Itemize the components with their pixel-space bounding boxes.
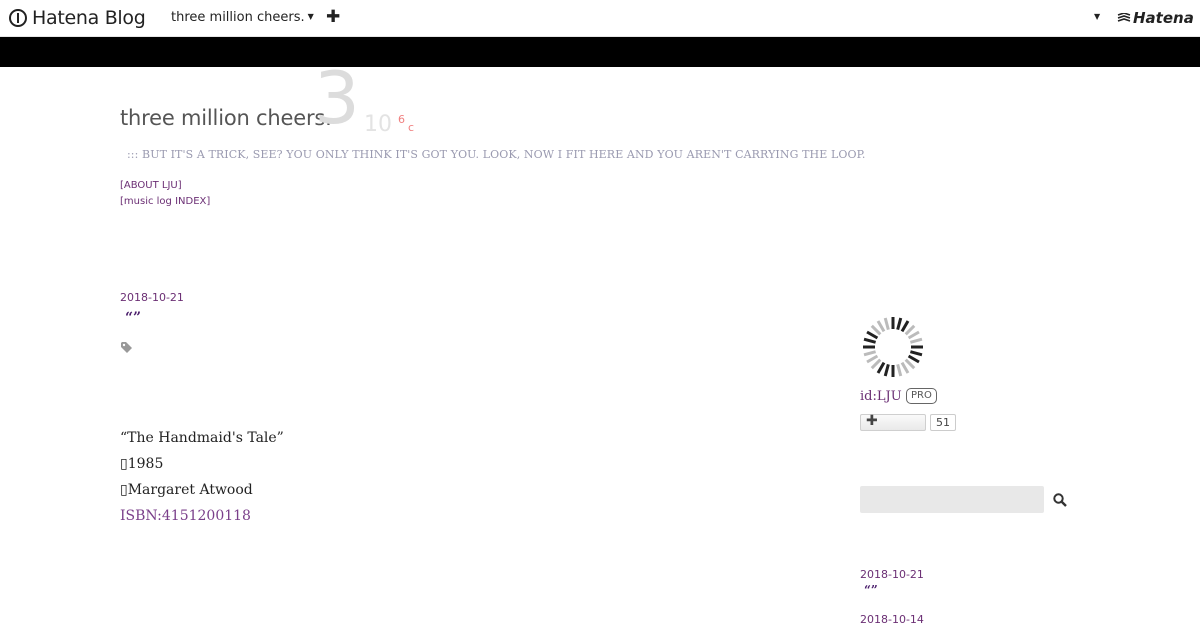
caret-down-icon[interactable]: ▼ xyxy=(1094,12,1100,21)
plus-icon[interactable]: ✚ xyxy=(326,7,340,27)
spinner-segment xyxy=(907,330,920,340)
follow-button[interactable]: ✚ xyxy=(860,413,926,431)
recent-entry-date[interactable]: 2018-10-21 xyxy=(860,568,924,581)
music-index-link[interactable]: [music log INDEX] xyxy=(120,196,210,207)
hatena-global-header: Hatena Blog three million cheers. ▼ ✚ ▼ H… xyxy=(0,0,1200,37)
blog-switcher[interactable]: three million cheers. ▼ xyxy=(171,10,314,25)
title-decoration-exponent: 6 xyxy=(398,113,405,126)
spinner-segment xyxy=(904,324,916,336)
entry-year-row: ▯1985 xyxy=(120,456,164,472)
profile-avatar-spinner xyxy=(863,317,923,377)
pro-badge: PRO xyxy=(906,388,937,404)
recent-entry-date[interactable]: 2018-10-14 xyxy=(860,613,924,626)
entry-date[interactable]: 2018-10-21 xyxy=(120,291,184,304)
entry-author-row: ▯Margaret Atwood xyxy=(120,482,253,498)
spinner-segment xyxy=(909,337,923,344)
spinner-segment xyxy=(896,317,903,331)
spinner-segment xyxy=(907,354,920,364)
brand-name: Hatena Blog xyxy=(32,7,146,29)
hatena-blog-logo[interactable]: Hatena Blog xyxy=(9,6,146,30)
caret-down-icon: ▼ xyxy=(307,12,314,21)
spinner-segment xyxy=(896,363,903,377)
title-decoration-c: c xyxy=(408,121,415,134)
follower-count[interactable]: 51 xyxy=(930,414,956,431)
entry-book-title: “The Handmaid's Tale” xyxy=(120,430,284,446)
blog-switcher-label: three million cheers. xyxy=(171,10,305,25)
spinner-segment xyxy=(870,324,882,336)
spinner-segment xyxy=(870,358,882,370)
tag-icon[interactable] xyxy=(121,342,133,353)
hatena-wave-icon xyxy=(1117,13,1131,22)
entry-year: 1985 xyxy=(127,456,164,472)
title-decoration-three: 3 xyxy=(314,56,360,140)
spinner-segment xyxy=(904,358,916,370)
blog-description: ::: BUT IT'S A TRICK, SEE? YOU ONLY THIN… xyxy=(127,148,866,161)
spinner-segment xyxy=(909,350,923,357)
plus-icon: ✚ xyxy=(866,413,878,429)
search-icon[interactable] xyxy=(1052,492,1068,508)
spinner-segment xyxy=(866,354,879,364)
profile-id-link[interactable]: id:LJU xyxy=(860,389,902,404)
spinner-segment xyxy=(866,330,879,340)
isbn-link[interactable]: ISBN:4151200118 xyxy=(120,508,251,524)
spinner-segment xyxy=(876,320,886,333)
spinner-segment xyxy=(883,363,890,377)
entry-author: Margaret Atwood xyxy=(127,482,253,498)
spinner-segment xyxy=(876,361,886,374)
hatena-wordmark: Hatena xyxy=(1133,9,1194,27)
spinner-segment xyxy=(863,337,877,344)
recent-entry-title[interactable]: “” xyxy=(864,583,878,597)
search-input[interactable] xyxy=(860,486,1044,513)
spinner-segment xyxy=(863,350,877,357)
about-link[interactable]: [ABOUT LJU] xyxy=(120,180,182,191)
entry-title[interactable]: “” xyxy=(125,310,141,326)
blog-title[interactable]: three million cheers. xyxy=(120,106,332,130)
header-band xyxy=(0,37,1200,67)
hatena-logo-icon xyxy=(9,9,27,27)
title-decoration-ten: 10 xyxy=(364,112,392,137)
spinner-segment xyxy=(883,317,890,331)
spinner-segment xyxy=(900,320,910,333)
hatena-home-link[interactable]: Hatena xyxy=(1117,9,1194,27)
spinner-segment xyxy=(900,361,910,374)
